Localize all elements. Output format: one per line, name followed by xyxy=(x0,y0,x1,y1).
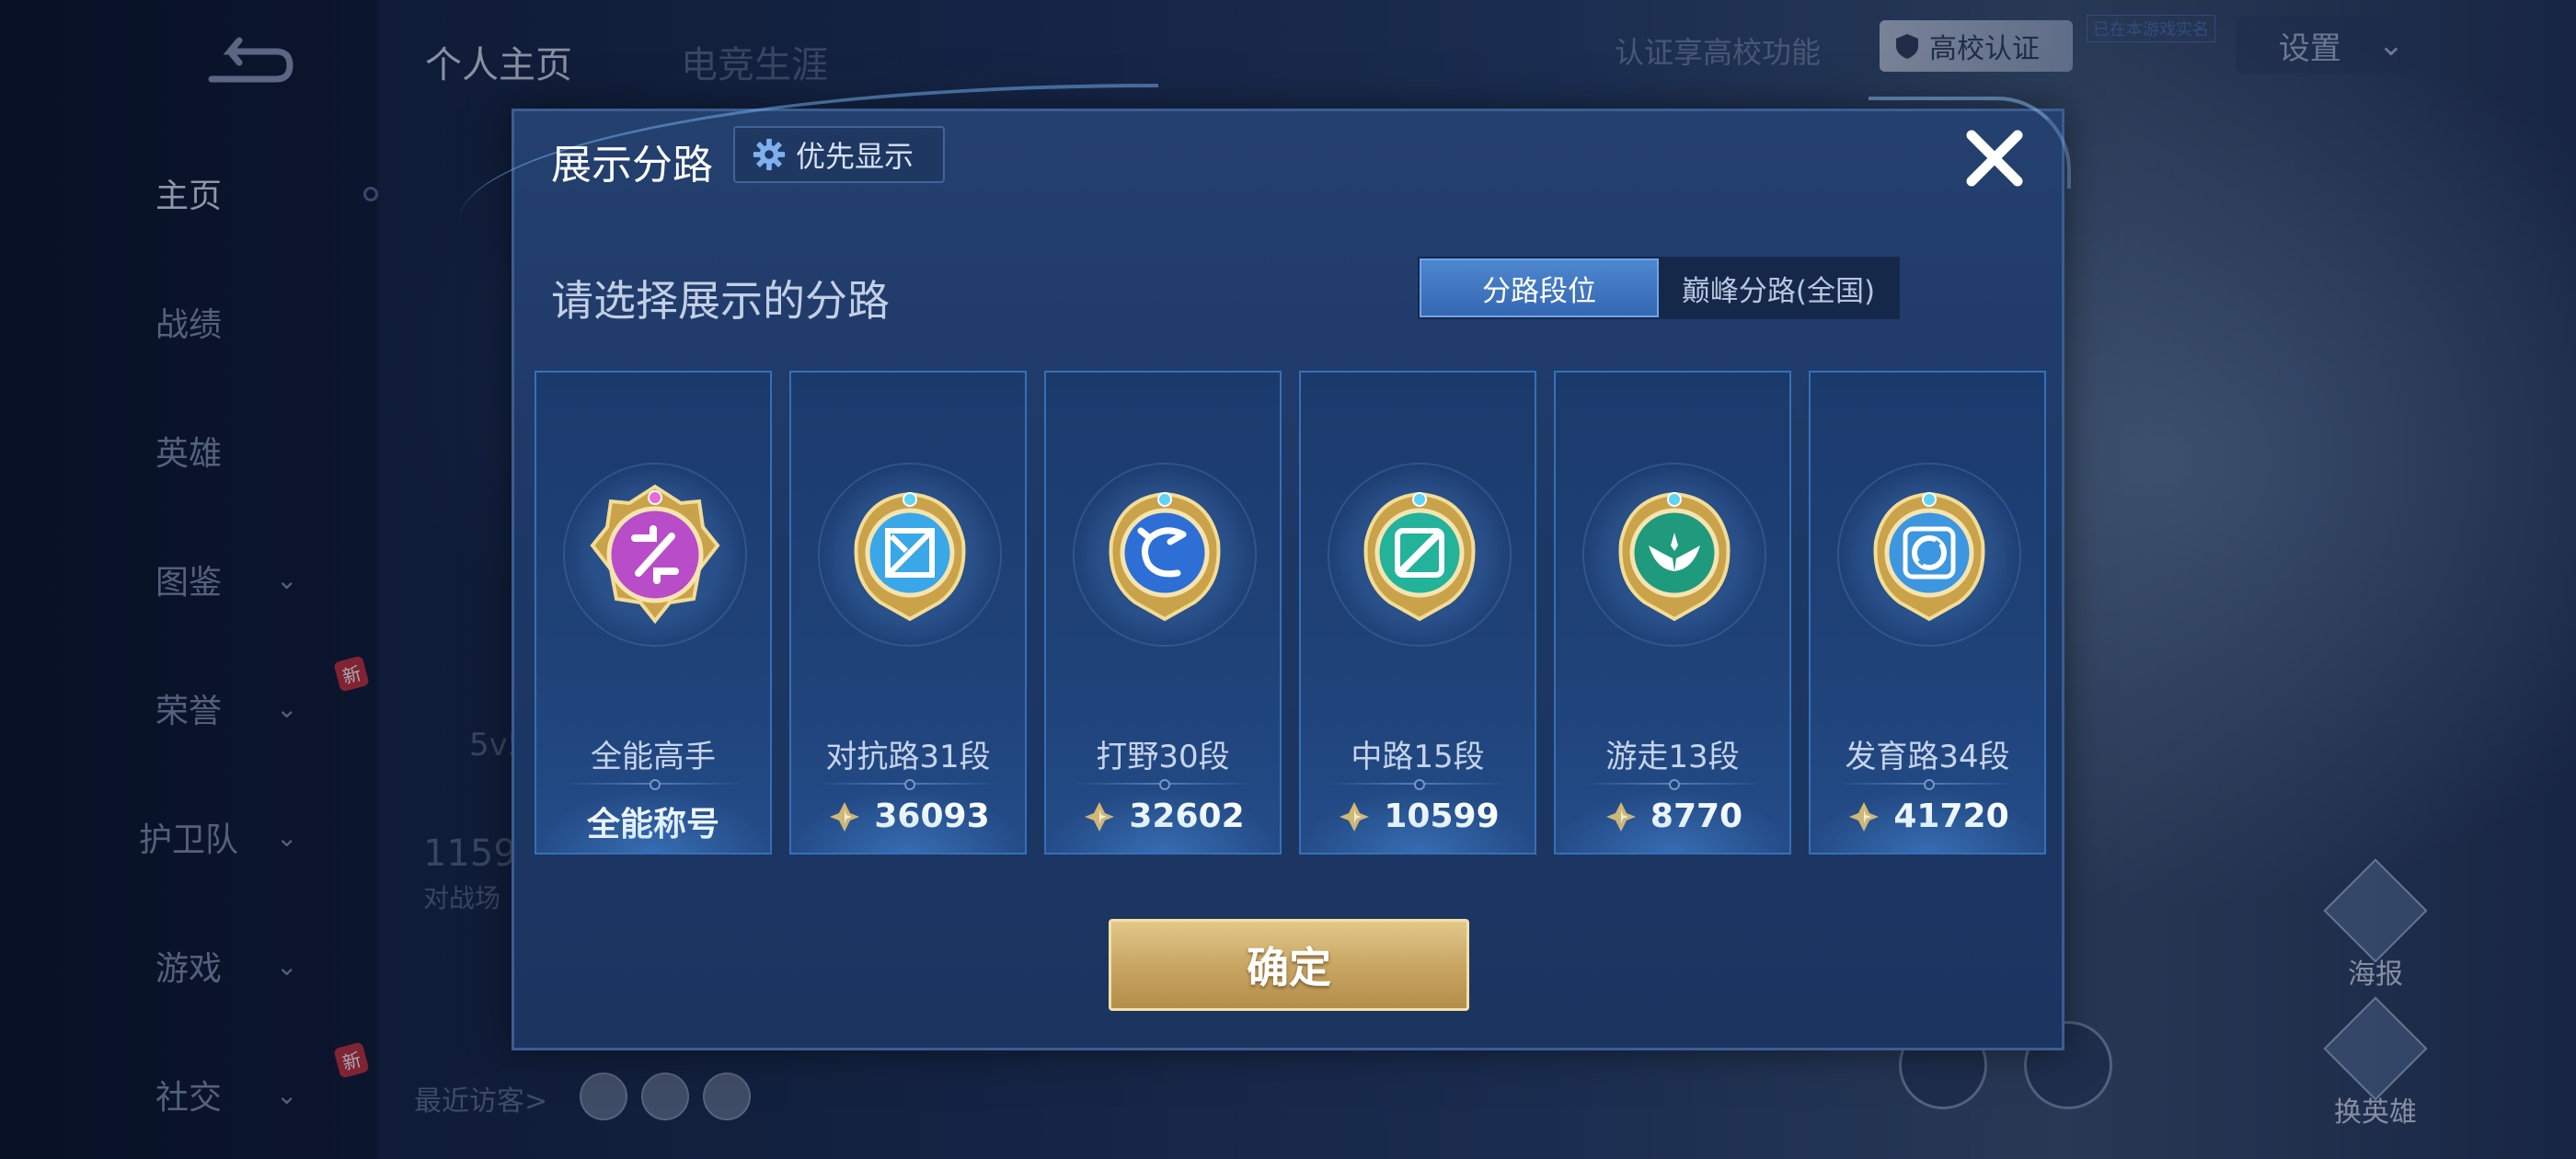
rank-score-icon xyxy=(1340,801,1370,832)
clash-lane-emblem-icon xyxy=(854,491,966,622)
tab-lane-rank[interactable]: 分路段位 xyxy=(1420,258,1660,317)
emblem xyxy=(1328,463,1512,647)
mid-lane-emblem-icon xyxy=(1363,491,1476,622)
lane-name: 中路15段 xyxy=(1351,739,1485,775)
lane-card-list: 全能高手 全能称号 对抗路31段 36093 打野30段 32602 中路15段… xyxy=(535,371,2047,855)
dialog-subtitle: 请选择展示的分路 xyxy=(551,276,890,326)
lane-name: 游走13段 xyxy=(1605,739,1740,775)
divider xyxy=(1074,779,1252,790)
lane-value-text: 36093 xyxy=(874,798,990,835)
confirm-button[interactable]: 确定 xyxy=(1109,919,1469,1011)
lane-card-all-round[interactable]: 全能高手 全能称号 xyxy=(535,371,772,855)
all-round-emblem-icon xyxy=(590,484,720,625)
emblem xyxy=(1073,463,1257,647)
priority-display-label: 优先显示 xyxy=(796,139,914,174)
rank-score-icon xyxy=(1605,801,1636,832)
farm-lane-emblem-icon xyxy=(1873,491,1985,622)
lane-name: 打野30段 xyxy=(1096,739,1230,775)
jungle-emblem-icon xyxy=(1109,491,1221,622)
lane-value-text: 41720 xyxy=(1893,798,2009,835)
divider xyxy=(819,779,997,790)
lane-card-jungle[interactable]: 打野30段 32602 xyxy=(1044,371,1282,855)
emblem xyxy=(1582,463,1766,647)
rank-score-icon xyxy=(1085,801,1115,832)
close-icon[interactable] xyxy=(1961,124,2029,192)
lane-value: 10599 xyxy=(1301,798,1535,835)
divider xyxy=(1328,779,1507,790)
lane-card-roam[interactable]: 游走13段 8770 xyxy=(1554,371,1791,855)
lane-card-mid[interactable]: 中路15段 10599 xyxy=(1299,371,1536,855)
lane-value: 41720 xyxy=(1811,798,2044,835)
emblem xyxy=(563,463,747,647)
lane-name: 对抗路31段 xyxy=(825,739,991,775)
lane-card-clash[interactable]: 对抗路31段 36093 xyxy=(789,371,1027,855)
gear-icon xyxy=(753,138,786,171)
divider xyxy=(1583,779,1762,790)
emblem xyxy=(818,463,1002,647)
emblem xyxy=(1837,463,2021,647)
lane-value-text: 10599 xyxy=(1384,798,1500,835)
divider xyxy=(1838,779,2017,790)
lane-card-farm[interactable]: 发育路34段 41720 xyxy=(1809,371,2046,855)
lane-value: 8770 xyxy=(1556,798,1789,835)
lane-value-text: 全能称号 xyxy=(586,806,719,843)
dialog-title: 展示分路 xyxy=(551,142,713,189)
lane-value-text: 32602 xyxy=(1129,798,1245,835)
divider xyxy=(564,779,742,790)
tab-peak-lane[interactable]: 巅峰分路(全国) xyxy=(1659,258,1898,317)
rank-score-icon xyxy=(1849,801,1880,832)
roam-emblem-icon xyxy=(1618,491,1731,622)
lane-display-dialog: 展示分路 优先显示 请选择展示的分路 分路段位 巅峰分路(全国) 全能高手 全能… xyxy=(459,84,2071,1050)
priority-display-button[interactable]: 优先显示 xyxy=(733,126,945,183)
lane-value: 全能称号 xyxy=(536,798,770,845)
segment-toggle: 分路段位 巅峰分路(全国) xyxy=(1418,257,1900,319)
lane-name: 全能高手 xyxy=(591,739,716,775)
lane-name: 发育路34段 xyxy=(1845,739,2010,775)
lane-value: 32602 xyxy=(1046,798,1280,835)
lane-value-text: 8770 xyxy=(1650,798,1743,835)
rank-score-icon xyxy=(830,801,860,832)
lane-value: 36093 xyxy=(791,798,1025,835)
